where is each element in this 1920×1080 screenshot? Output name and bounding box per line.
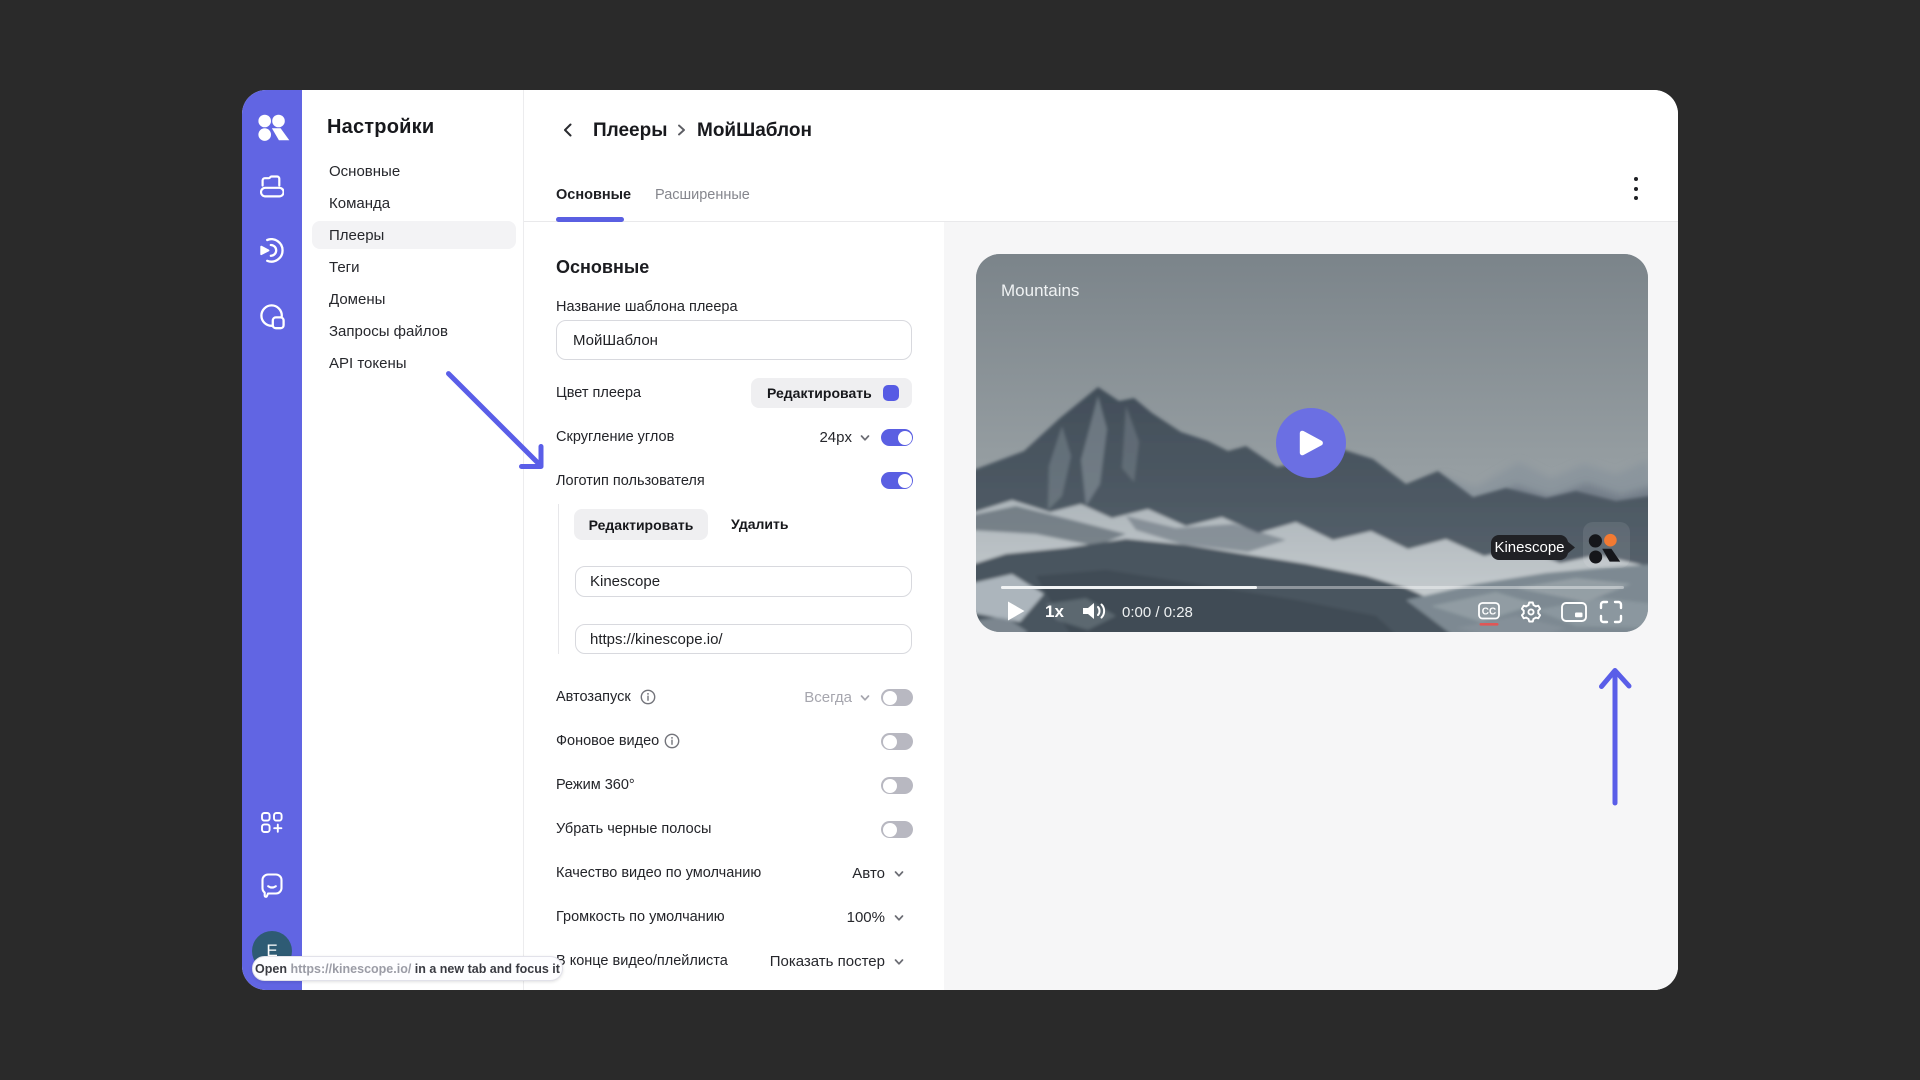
svg-text:CC: CC: [1482, 607, 1496, 618]
